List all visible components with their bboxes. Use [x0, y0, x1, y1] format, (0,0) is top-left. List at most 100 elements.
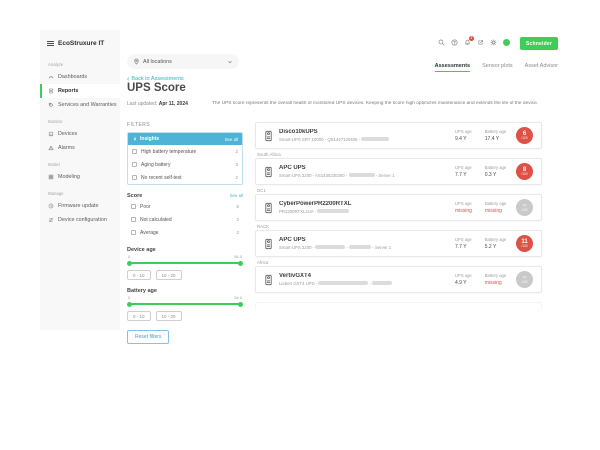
- card-text: APC UPSSmart-UPS 2200 - - - Server 1: [279, 237, 449, 250]
- slider-handle-max[interactable]: [238, 302, 243, 307]
- tab-asset-advisor[interactable]: Asset Advisor: [525, 63, 558, 72]
- redacted-text: [372, 281, 392, 285]
- location-filter-label: All locations: [143, 59, 172, 65]
- card-text: CyberPowerPR2200RTXLPR2200RTXL2UA -: [279, 201, 449, 214]
- lightning-icon: [132, 136, 138, 142]
- reset-filters-button[interactable]: Reset filters: [127, 330, 169, 344]
- battery-age-min: 0: [128, 295, 130, 300]
- filter-label: High battery temperature: [141, 149, 196, 155]
- filter-count: 3: [235, 162, 238, 167]
- sidebar-item-services-and-warranties[interactable]: Services and Warranties: [40, 98, 120, 112]
- filters-title: FILTERS: [127, 122, 243, 128]
- main-content: 2 Schneider Assessments Sensor plots Asset…: [120, 30, 568, 330]
- battery-age-slider[interactable]: 0 54.0: [127, 295, 243, 308]
- ups-card[interactable]: APC UPSSmart-UPS 2200 - AS1435230260 - -…: [255, 158, 542, 185]
- location-filter[interactable]: All locations: [127, 54, 239, 69]
- tab-assessments[interactable]: Assessments: [435, 63, 470, 72]
- help-icon[interactable]: [451, 39, 458, 46]
- score-max: /100: [521, 137, 527, 140]
- sidebar-item-dashboards[interactable]: Dashboards: [40, 70, 120, 84]
- group-label: RACK: [255, 221, 542, 230]
- slider-handle-min[interactable]: [127, 261, 132, 266]
- device-age-slider[interactable]: 0 54.0: [127, 254, 243, 267]
- score-max: /100: [521, 281, 527, 284]
- config-icon: [48, 217, 54, 223]
- sidebar-item-devices[interactable]: Devices: [40, 127, 120, 141]
- card-text: VertivGXT4Liebert GXT4 UPS - -: [279, 273, 449, 286]
- devices-icon: [48, 131, 54, 137]
- score-filter-header: Score See all: [127, 193, 243, 199]
- sidebar-item-label: Devices: [58, 131, 77, 137]
- score-max: /100: [521, 209, 527, 212]
- checkbox-average[interactable]: [131, 230, 136, 235]
- menu-icon[interactable]: [47, 41, 54, 46]
- checkbox-no-recent-self-test[interactable]: [132, 175, 137, 180]
- sidebar-nav: AnalyzeDashboardsReportsServices and War…: [40, 55, 120, 227]
- group-label: [255, 293, 542, 302]
- score-badge: --/100: [516, 199, 533, 216]
- slider-handle-min[interactable]: [127, 302, 132, 307]
- checkbox-high-battery-temperature[interactable]: [132, 149, 137, 154]
- range-chip[interactable]: 0 - 10: [127, 270, 151, 280]
- battery-age: Battery age0.3 Y: [485, 165, 506, 178]
- insights-header[interactable]: Insights See all: [128, 133, 242, 145]
- score-badge: --/100: [516, 271, 533, 288]
- ups-card[interactable]: APC UPSSmart-UPS 2200 - - - Server 1 UPS …: [255, 230, 542, 257]
- device-age-buttons: 0 - 10 10 - 20: [127, 270, 243, 280]
- ups-card-partial: [255, 302, 542, 310]
- sidebar-item-firmware-update[interactable]: Firmware update: [40, 199, 120, 213]
- card-title: Disco10kUPS: [279, 129, 449, 135]
- filter-row-average: Average2: [127, 226, 243, 239]
- filter-label: Average: [140, 230, 159, 236]
- page-title: UPS Score: [127, 82, 186, 94]
- app-window: EcoStruxure IT AnalyzeDashboardsReportsS…: [40, 30, 568, 330]
- schneider-logo-button[interactable]: Schneider: [520, 37, 558, 50]
- group-label: South Africa: [255, 149, 542, 158]
- search-icon[interactable]: [438, 39, 445, 46]
- avatar[interactable]: [503, 39, 510, 46]
- sidebar-item-reports[interactable]: Reports: [40, 84, 120, 98]
- redacted-text: [349, 245, 371, 249]
- subtitle-text: Smart-UPS SRT 10000 - QS1447120406 -: [279, 137, 361, 142]
- ups-card[interactable]: Disco10kUPS Smart-UPS SRT 10000 - QS14471…: [255, 122, 542, 149]
- range-chip[interactable]: 10 - 20: [156, 311, 182, 321]
- range-chip[interactable]: 10 - 20: [156, 270, 182, 280]
- share-icon[interactable]: [477, 39, 484, 46]
- last-updated-label: Last updated:: [127, 101, 157, 107]
- ups-age-value: 7.7 Y: [455, 244, 472, 250]
- ups-device-icon: [264, 202, 273, 214]
- settings-icon[interactable]: [490, 39, 497, 46]
- checkbox-not-calculated[interactable]: [131, 217, 136, 222]
- sidebar-section-label: Analyze: [40, 55, 120, 70]
- ups-age: UPS age7.7 Y: [455, 237, 472, 250]
- app-logo[interactable]: EcoStruxure IT: [40, 30, 120, 55]
- checkbox-poor[interactable]: [131, 204, 136, 209]
- battery-age: Battery agemissing: [485, 201, 506, 214]
- sidebar-item-alarms[interactable]: Alarms: [40, 141, 120, 155]
- notifications-icon[interactable]: 2: [464, 39, 471, 46]
- logo-text: EcoStruxure IT: [58, 40, 104, 47]
- score-see-all-link[interactable]: See all: [230, 193, 243, 198]
- range-chip[interactable]: 0 - 10: [127, 311, 151, 321]
- checkbox-aging-battery[interactable]: [132, 162, 137, 167]
- filter-count: 2: [236, 217, 239, 222]
- notification-badge: 2: [469, 36, 474, 41]
- ups-card[interactable]: VertivGXT4Liebert GXT4 UPS - - UPS age4.…: [255, 266, 542, 293]
- slider-handle-max[interactable]: [238, 261, 243, 266]
- sidebar-item-label: Device configuration: [58, 217, 107, 223]
- battery-age-buttons: 0 - 10 10 - 20: [127, 311, 243, 321]
- sidebar-item-modeling[interactable]: Modeling: [40, 170, 120, 184]
- card-subtitle: Smart-UPS SRT 10000 - QS1447120406 -: [279, 137, 449, 142]
- filter-label: No recent self-test: [141, 175, 182, 181]
- dashboards-icon: [48, 74, 54, 80]
- sidebar-item-device-configuration[interactable]: Device configuration: [40, 213, 120, 227]
- card-text: APC UPSSmart-UPS 2200 - AS1435230260 - -…: [279, 165, 449, 178]
- filters-panel: FILTERS Insights See all High battery te…: [127, 122, 243, 344]
- insights-rows: High battery temperature2Aging battery3N…: [128, 145, 242, 184]
- filter-label: Not calculated: [140, 217, 172, 223]
- ups-card[interactable]: CyberPowerPR2200RTXLPR2200RTXL2UA - UPS …: [255, 194, 542, 221]
- card-ages: UPS age7.7 YBattery age0.3 Y: [455, 165, 506, 178]
- tab-sensor-plots[interactable]: Sensor plots: [482, 63, 513, 72]
- insights-see-all-link[interactable]: See all: [225, 137, 238, 142]
- battery-age: Battery agemissing: [485, 273, 506, 286]
